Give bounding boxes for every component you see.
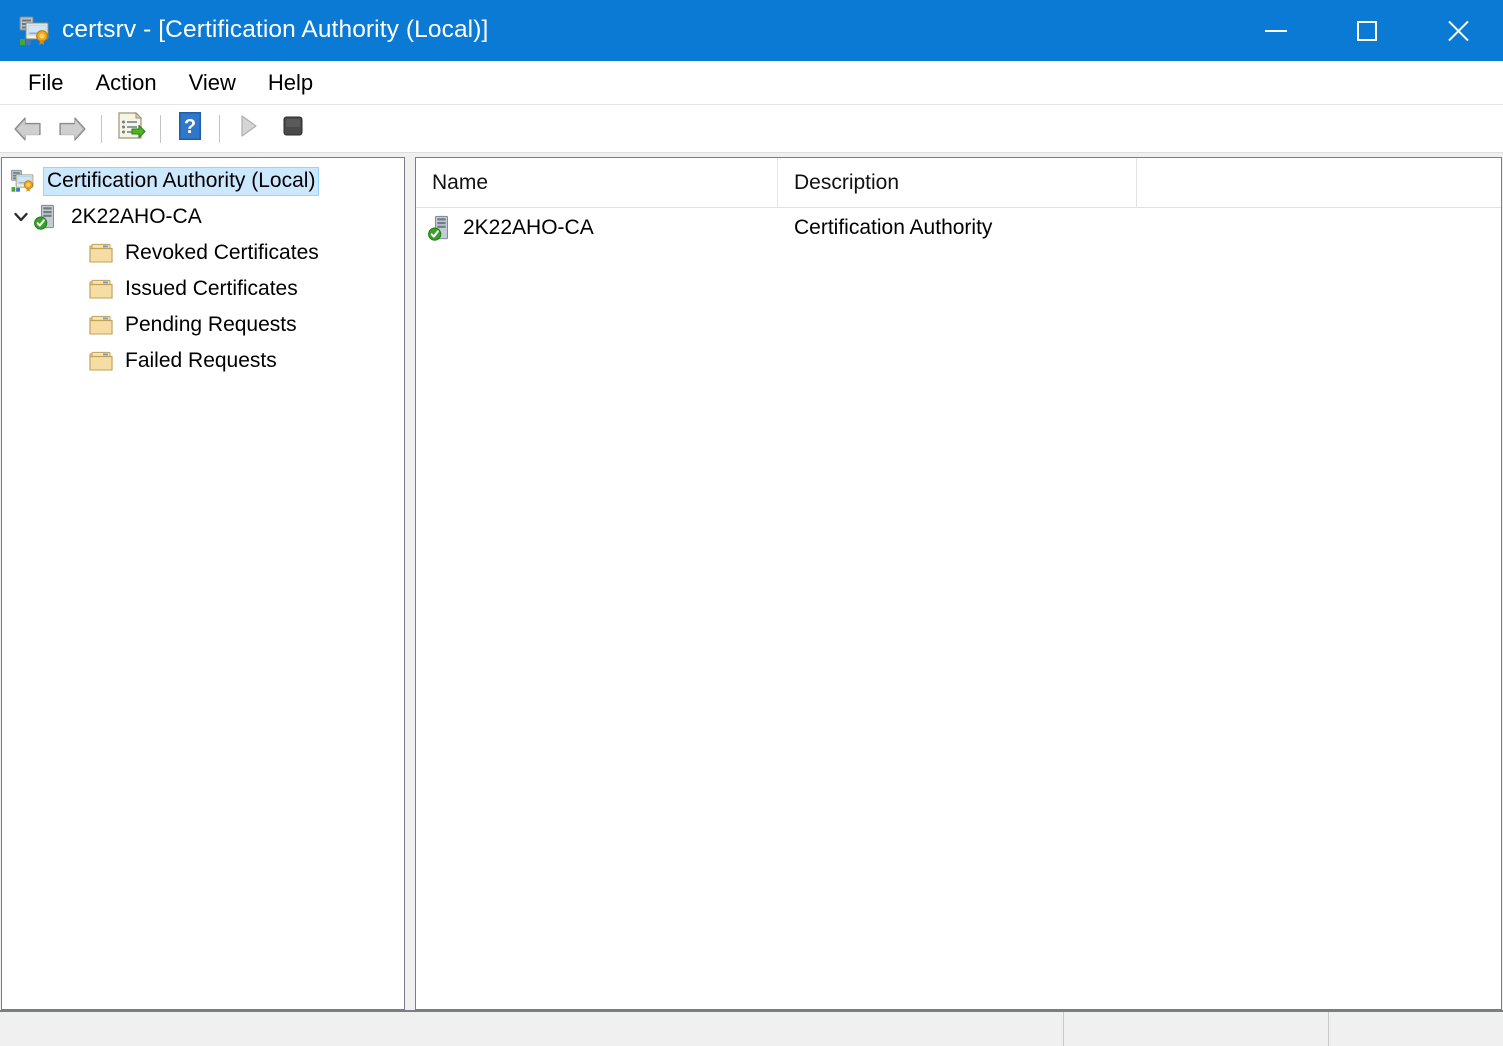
close-icon (1446, 19, 1470, 43)
menu-item-view[interactable]: View (173, 68, 252, 98)
status-segment-1 (1063, 1012, 1328, 1046)
back-button[interactable] (6, 109, 50, 149)
tree-node-failed-requests[interactable]: Failed Requests (2, 343, 404, 379)
window-controls (1230, 0, 1503, 61)
start-service-button[interactable] (227, 109, 271, 149)
folder-icon (88, 240, 114, 266)
tree-node-pending-requests[interactable]: Pending Requests (2, 307, 404, 343)
tree-node-issued-certificates[interactable]: Issued Certificates (2, 271, 404, 307)
tree-node-label: Certification Authority (Local) (43, 166, 320, 196)
tree-node-certification-authority-local[interactable]: Certification Authority (Local) (2, 163, 404, 199)
listview-body: 2K22AHO-CA Certification Authority (416, 208, 1501, 1009)
menu-bar: File Action View Help (0, 61, 1503, 105)
menu-item-help[interactable]: Help (252, 68, 329, 98)
column-header-filler[interactable] (1137, 158, 1501, 208)
certsrv-window: certsrv - [Certification Authority (Loca… (0, 0, 1503, 1046)
cell-description: Certification Authority (794, 216, 993, 239)
svg-text:?: ? (184, 116, 196, 138)
status-segment-2 (1328, 1012, 1503, 1046)
ca-server-online-icon (34, 204, 60, 230)
stop-service-button[interactable] (271, 109, 315, 149)
console-tree: Certification Authority (Local) 2K22AHO-… (2, 163, 404, 379)
toolbar-separator (160, 114, 161, 143)
tree-node-label: Issued Certificates (125, 276, 298, 300)
tool-bar: ? (0, 105, 1503, 153)
pane-splitter[interactable] (405, 157, 415, 1010)
folder-icon (88, 276, 114, 302)
back-arrow-icon (13, 116, 43, 142)
maximize-button[interactable] (1321, 0, 1412, 61)
chevron-down-icon[interactable] (8, 204, 34, 230)
maximize-icon (1356, 20, 1377, 41)
tree-node-revoked-certificates[interactable]: Revoked Certificates (2, 235, 404, 271)
status-message (0, 1012, 1063, 1046)
menu-item-action[interactable]: Action (79, 68, 172, 98)
folder-icon (88, 312, 114, 338)
ca-server-online-icon (428, 215, 454, 241)
close-button[interactable] (1412, 0, 1503, 61)
cell-name-text: 2K22AHO-CA (463, 216, 594, 239)
forward-button[interactable] (50, 109, 94, 149)
play-triangle-icon (238, 114, 260, 143)
tree-node-label: 2K22AHO-CA (71, 204, 202, 228)
main-content: Certification Authority (Local) 2K22AHO-… (0, 153, 1503, 1010)
menu-item-file[interactable]: File (12, 68, 79, 98)
toolbar-separator (101, 114, 102, 143)
stop-square-icon (281, 114, 305, 143)
forward-arrow-icon (57, 116, 87, 142)
cell-name: 2K22AHO-CA (416, 208, 778, 248)
console-tree-pane: Certification Authority (Local) 2K22AHO-… (1, 157, 405, 1010)
tree-node-2k22aho-ca[interactable]: 2K22AHO-CA (2, 199, 404, 235)
help-button[interactable]: ? (168, 109, 212, 149)
toolbar-separator (219, 114, 220, 143)
certification-authority-icon (10, 168, 36, 194)
column-header-name[interactable]: Name (416, 158, 778, 208)
certification-authority-icon (18, 14, 52, 48)
table-row[interactable]: 2K22AHO-CA Certification Authority (416, 208, 1501, 248)
column-header-description[interactable]: Description (778, 158, 1137, 208)
result-pane: Name Description 2K22AHO-CA Certificatio… (415, 157, 1502, 1010)
folder-icon (88, 348, 114, 374)
export-list-icon (116, 111, 146, 146)
minimize-icon (1264, 29, 1287, 32)
minimize-button[interactable] (1230, 0, 1321, 61)
tree-node-label: Pending Requests (125, 312, 297, 336)
status-bar (0, 1010, 1503, 1046)
listview-header: Name Description (416, 158, 1501, 208)
export-list-button[interactable] (109, 109, 153, 149)
tree-node-label: Revoked Certificates (125, 240, 319, 264)
window-title: certsrv - [Certification Authority (Loca… (62, 16, 489, 44)
title-bar: certsrv - [Certification Authority (Loca… (0, 0, 1503, 61)
tree-node-label: Failed Requests (125, 348, 277, 372)
help-question-icon: ? (177, 111, 203, 146)
